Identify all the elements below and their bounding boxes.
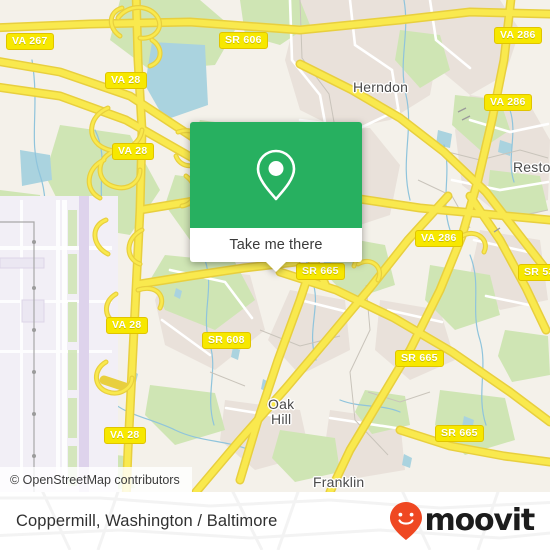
road-shield-va-28-c[interactable]: VA 28 [106,317,148,334]
road-shield-va-28-d[interactable]: VA 28 [104,427,146,444]
footer-bar: Coppermill, Washington / Baltimore moovi… [0,492,550,550]
map-pin-icon [256,149,296,201]
take-me-there-label: Take me there [229,237,323,253]
popup-header [190,122,362,228]
road-shield-va-286-top[interactable]: VA 286 [494,27,542,44]
moovit-pin-icon [389,502,422,540]
road-shield-sr-665-b[interactable]: SR 665 [395,350,444,367]
road-shield-sr-606[interactable]: SR 606 [219,32,268,49]
place-title: Coppermill, Washington / Baltimore [16,511,278,530]
popup-pointer-tail [266,262,286,272]
road-shield-sr-665-a[interactable]: SR 665 [296,263,345,280]
road-shield-va-28-b[interactable]: VA 28 [112,143,154,160]
osm-attribution[interactable]: © OpenStreetMap contributors [0,467,192,492]
road-shield-sr-53[interactable]: SR 53 [518,264,550,281]
screenshot-root: Herndon Resto Oak Hill Franklin VA 267 S… [0,0,550,550]
take-me-there-popup[interactable]: Take me there [190,122,362,272]
road-shield-va-286-upper[interactable]: VA 286 [484,94,532,111]
moovit-logo[interactable]: moovit [389,501,536,541]
moovit-wordmark: moovit [424,503,536,538]
road-shield-sr-665-c[interactable]: SR 665 [435,425,484,442]
road-shield-sr-608[interactable]: SR 608 [202,332,251,349]
road-shield-va-286-mid[interactable]: VA 286 [415,230,463,247]
road-shield-va-267[interactable]: VA 267 [6,33,54,50]
map-canvas[interactable]: Herndon Resto Oak Hill Franklin VA 267 S… [0,0,550,492]
road-shield-va-28-a[interactable]: VA 28 [105,72,147,89]
popup-body[interactable]: Take me there [190,228,362,262]
